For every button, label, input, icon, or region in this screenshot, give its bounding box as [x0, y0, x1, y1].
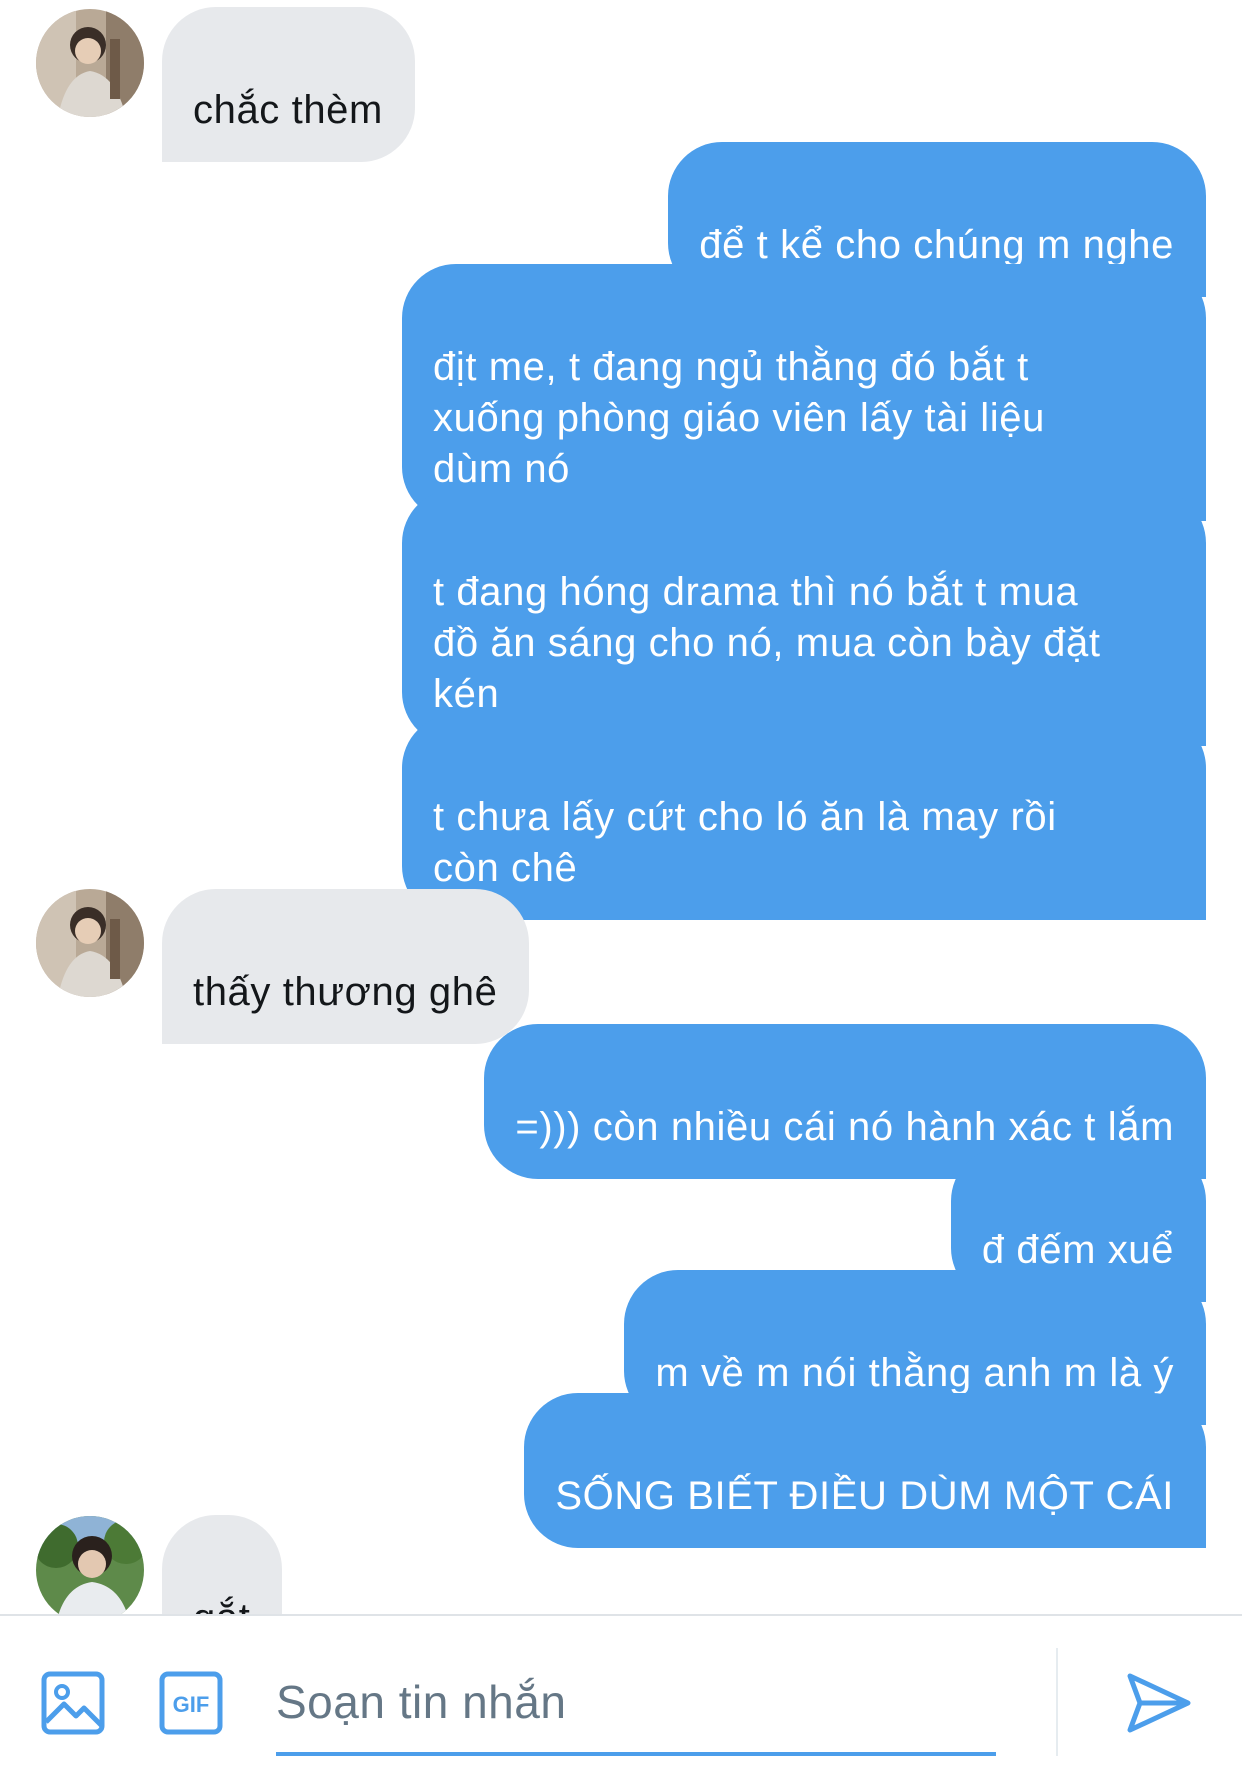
avatar-photo: [36, 1516, 144, 1614]
message-text: gắt: [193, 1596, 250, 1614]
message-text: địt me, t đang ngủ thằng đó bắt t xuống …: [433, 345, 1045, 491]
message-text: SỐNG BIẾT ĐIỀU DÙM MỘT CÁI: [555, 1474, 1174, 1518]
message-text: m về m nói thằng anh m là ý: [655, 1351, 1174, 1395]
message-text: t chưa lấy cứt cho ló ăn là may rồi còn …: [433, 795, 1057, 890]
message-text: thấy thương ghê: [193, 970, 498, 1014]
avatar[interactable]: [36, 1516, 144, 1614]
message-bubble-outgoing[interactable]: t chưa lấy cứt cho ló ăn là may rồi còn …: [402, 714, 1206, 920]
message-text: để t kể cho chúng m nghe: [699, 223, 1174, 267]
message-text: chắc thèm: [193, 88, 383, 132]
message-composer: GIF: [0, 1614, 1242, 1787]
image-icon[interactable]: [40, 1670, 106, 1736]
avatar-photo: [36, 889, 144, 997]
gif-icon[interactable]: GIF: [158, 1670, 224, 1736]
message-bubble-incoming[interactable]: chắc thèm: [162, 7, 415, 162]
divider: [1056, 1648, 1058, 1756]
gif-label: GIF: [173, 1692, 210, 1717]
message-input[interactable]: [276, 1652, 996, 1756]
message-bubble-outgoing[interactable]: địt me, t đang ngủ thằng đó bắt t xuống …: [402, 264, 1206, 521]
message-text: t đang hóng drama thì nó bắt t mua đồ ăn…: [433, 570, 1101, 716]
conversation: chắc thèm để t kể cho chúng m nghe địt m…: [0, 0, 1242, 1614]
message-text: đ đếm xuể: [981, 1228, 1174, 1272]
message-bubble-outgoing[interactable]: SỐNG BIẾT ĐIỀU DÙM MỘT CÁI: [524, 1393, 1206, 1548]
message-bubble-incoming[interactable]: gắt: [162, 1515, 283, 1614]
message-bubble-outgoing[interactable]: t đang hóng drama thì nó bắt t mua đồ ăn…: [402, 489, 1206, 746]
avatar-photo: [36, 9, 144, 117]
send-icon[interactable]: [1124, 1668, 1194, 1738]
message-text: =))) còn nhiều cái nó hành xác t lắm: [515, 1105, 1174, 1149]
message-bubble-incoming[interactable]: thấy thương ghê: [162, 889, 530, 1044]
avatar[interactable]: [36, 9, 144, 117]
avatar[interactable]: [36, 889, 144, 997]
